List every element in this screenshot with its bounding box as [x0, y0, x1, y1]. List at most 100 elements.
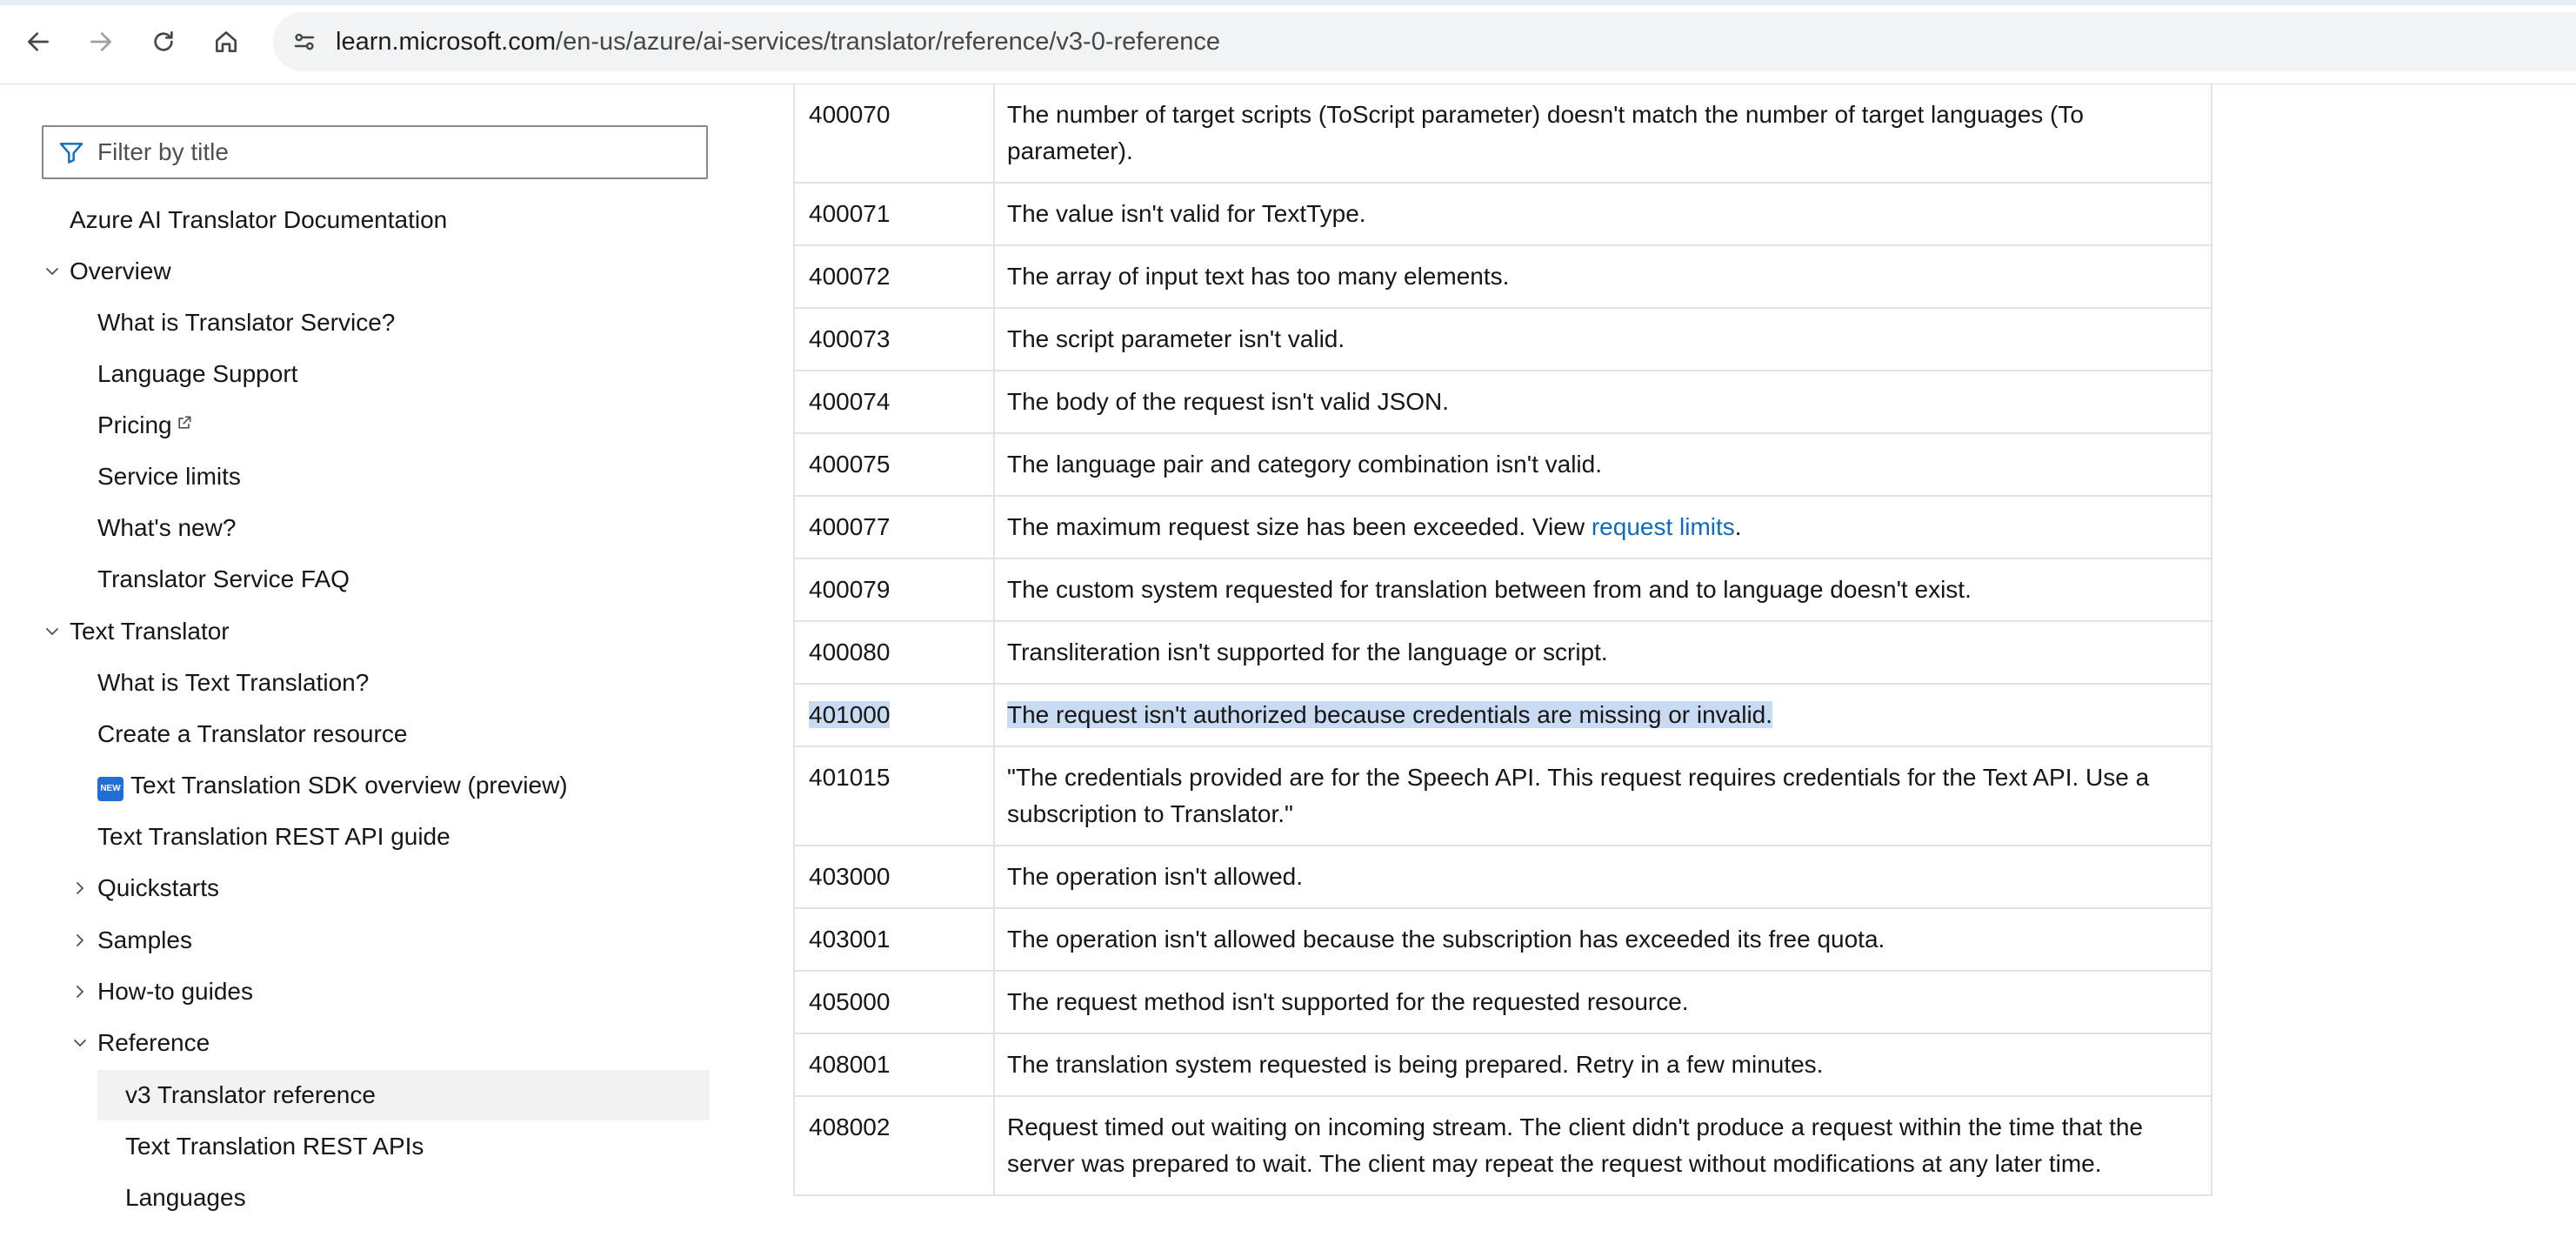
- toc-item-label: Text Translator: [70, 618, 230, 645]
- toc-item-docs-home[interactable]: Azure AI Translator Documentation: [70, 195, 447, 245]
- address-bar[interactable]: learn.microsoft.com/en-us/azure/ai-servi…: [273, 12, 2576, 71]
- error-code: 405000: [809, 988, 891, 1015]
- toc-item-create-resource[interactable]: Create a Translator resource: [97, 709, 407, 759]
- chevron-right-icon[interactable]: [70, 930, 90, 951]
- back-button[interactable]: [16, 19, 61, 64]
- chevron-right-icon[interactable]: [70, 878, 90, 899]
- error-message-cell: The request method isn't supported for t…: [993, 970, 2212, 1034]
- error-message-cell: Transliteration isn't supported for the …: [993, 620, 2212, 685]
- forward-icon: [90, 32, 111, 51]
- tab-strip-edge: [0, 0, 2576, 5]
- error-code: 400072: [809, 263, 891, 290]
- url-text[interactable]: learn.microsoft.com/en-us/azure/ai-servi…: [336, 12, 1220, 71]
- url-domain: learn.microsoft.com: [336, 28, 557, 56]
- toc-item-label: Pricing: [97, 411, 172, 438]
- toc-item-label: Text Translation REST API guide: [97, 823, 450, 850]
- toc-item-rest-api-guide[interactable]: Text Translation REST API guide: [97, 812, 450, 862]
- chevron-down-icon[interactable]: [42, 261, 63, 282]
- toc-item-reference[interactable]: Reference: [74, 1018, 210, 1068]
- reload-button[interactable]: [141, 19, 186, 64]
- toc-item-v3-reference[interactable]: v3 Translator reference: [97, 1070, 710, 1120]
- toc-item-quickstarts[interactable]: Quickstarts: [77, 863, 220, 913]
- table-row: 400070 The number of target scripts (ToSc…: [793, 84, 2212, 184]
- main-content: 400070 The number of target scripts (ToSc…: [793, 84, 2212, 1237]
- request-limits-link[interactable]: request limits: [1592, 513, 1735, 540]
- reload-icon: [154, 31, 173, 51]
- error-code-cell: 400073: [793, 307, 995, 371]
- error-code: 400080: [809, 639, 891, 665]
- error-message: The value isn't valid for TextType.: [1007, 200, 1366, 227]
- toc-item-overview[interactable]: Overview: [46, 246, 171, 297]
- toc-item-label: Overview: [70, 257, 171, 284]
- error-message-cell: The number of target scripts (ToScript p…: [993, 84, 2212, 184]
- table-row: 400075 The language pair and category com…: [793, 432, 2212, 497]
- toc-item-what-is-text-translation[interactable]: What is Text Translation?: [97, 658, 369, 708]
- toc-item-label: Azure AI Translator Documentation: [70, 206, 448, 233]
- toc-item-label: Text Translation REST APIs: [125, 1133, 424, 1160]
- error-message-cell: The array of input text has too many ele…: [993, 244, 2212, 309]
- error-code: 400071: [809, 200, 891, 227]
- error-code: 403001: [809, 926, 891, 953]
- toc-item-label: What is Translator Service?: [97, 309, 396, 336]
- error-code-cell: 408002: [793, 1095, 995, 1196]
- home-button[interactable]: [204, 19, 249, 64]
- error-message-cell: The body of the request isn't valid JSON…: [993, 370, 2212, 434]
- error-code: 403000: [809, 863, 891, 890]
- toc-item-service-limits[interactable]: Service limits: [97, 451, 241, 502]
- error-message: The language pair and category combinati…: [1007, 451, 1602, 478]
- chevron-down-icon[interactable]: [42, 621, 63, 642]
- error-code-cell: 408001: [793, 1033, 995, 1097]
- error-message-cell: "The credentials provided are for the Sp…: [993, 746, 2212, 846]
- back-icon: [28, 32, 49, 51]
- chevron-right-icon[interactable]: [70, 981, 90, 1002]
- toc-item-samples[interactable]: Samples: [77, 915, 192, 966]
- table-row: 405000 The request method isn't supported…: [793, 970, 2212, 1034]
- toc-item-text-translator[interactable]: Text Translator: [46, 606, 230, 657]
- filter-input[interactable]: [97, 127, 697, 177]
- toc-item-label: Translator Service FAQ: [97, 565, 350, 592]
- toc-item-label: Quickstarts: [97, 874, 220, 901]
- toc-item-whats-new[interactable]: What's new?: [97, 503, 236, 553]
- error-message: The body of the request isn't valid JSON…: [1007, 388, 1450, 415]
- toc-item-label: How-to guides: [97, 978, 253, 1005]
- error-code-cell: 400071: [793, 182, 995, 246]
- error-message: "The credentials provided are for the Sp…: [1007, 764, 2150, 827]
- home-icon: [216, 31, 237, 52]
- table-row: 400072 The array of input text has too ma…: [793, 244, 2212, 309]
- toc-item-languages[interactable]: Languages: [125, 1173, 246, 1223]
- error-message: The operation isn't allowed.: [1007, 863, 1303, 890]
- table-row: 403000 The operation isn't allowed.: [793, 845, 2212, 909]
- toc-item-language-support[interactable]: Language Support: [97, 349, 297, 399]
- error-code-cell: 400077: [793, 495, 995, 559]
- external-link-icon: [177, 416, 191, 429]
- toc-item-label: Samples: [97, 926, 192, 953]
- toc-item-faq[interactable]: Translator Service FAQ: [97, 554, 350, 605]
- error-code: 408001: [809, 1051, 891, 1078]
- filter-box[interactable]: [42, 125, 708, 179]
- error-message-cell: The maximum request size has been exceed…: [993, 495, 2212, 559]
- browser-toolbar: learn.microsoft.com/en-us/azure/ai-servi…: [0, 0, 2576, 84]
- site-settings-icon[interactable]: [284, 21, 325, 63]
- error-message: The request method isn't supported for t…: [1007, 988, 1689, 1015]
- toc-item-label: What is Text Translation?: [97, 669, 370, 696]
- toc-item-pricing[interactable]: Pricing: [97, 400, 193, 451]
- toc-item-label: What's new?: [97, 514, 237, 541]
- error-code-cell: 405000: [793, 970, 995, 1034]
- error-message-cell: The value isn't valid for TextType.: [993, 182, 2212, 246]
- toc-item-how-to-guides[interactable]: How-to guides: [77, 966, 253, 1017]
- error-message: The array of input text has too many ele…: [1007, 263, 1510, 290]
- table-row: 401000 The request isn't authorized becau…: [793, 683, 2212, 747]
- error-message: The number of target scripts (ToScript p…: [1007, 101, 2084, 164]
- error-message: The custom system requested for translat…: [1007, 576, 1972, 603]
- error-message-before: The maximum request size has been exceed…: [1007, 513, 1592, 540]
- toc-item-what-is-translator[interactable]: What is Translator Service?: [97, 298, 395, 348]
- table-row: 400071 The value isn't valid for TextType…: [793, 182, 2212, 246]
- chevron-down-icon[interactable]: [70, 1033, 90, 1053]
- error-message-cell: The language pair and category combinati…: [993, 432, 2212, 497]
- forward-button[interactable]: [78, 19, 123, 64]
- error-code-cell: 400079: [793, 558, 995, 622]
- toc-item-sdk-overview[interactable]: NEW Text Translation SDK overview (previe…: [97, 760, 568, 811]
- error-message-cell: The operation isn't allowed.: [993, 845, 2212, 909]
- toc-item-rest-apis[interactable]: Text Translation REST APIs: [125, 1121, 424, 1172]
- table-row: 403001 The operation isn't allowed becaus…: [793, 907, 2212, 972]
